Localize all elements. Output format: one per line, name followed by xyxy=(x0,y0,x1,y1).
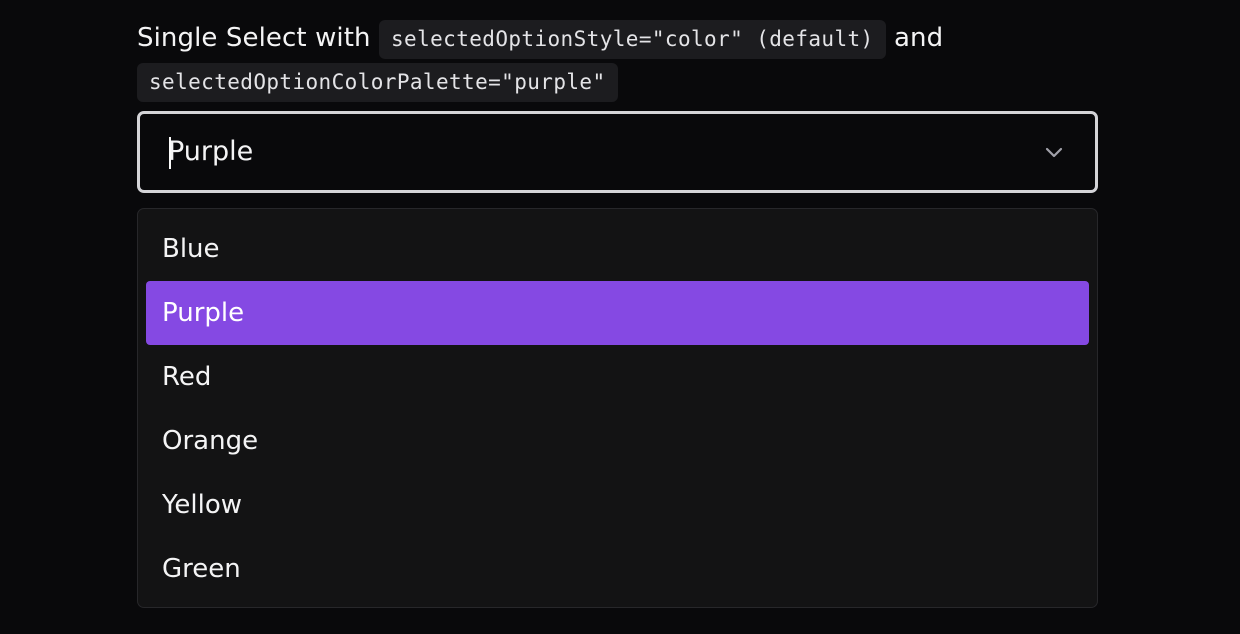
code-selected-option-color-palette: selectedOptionColorPalette="purple" xyxy=(137,63,618,102)
options-menu: Blue Purple Red Orange Yellow Green xyxy=(137,208,1098,608)
option-blue[interactable]: Blue xyxy=(146,217,1089,281)
option-purple[interactable]: Purple xyxy=(146,281,1089,345)
chevron-down-icon[interactable] xyxy=(1041,139,1067,165)
option-green[interactable]: Green xyxy=(146,537,1089,601)
heading-prefix: Single Select with xyxy=(137,23,379,53)
text-cursor xyxy=(169,137,171,169)
heading-middle: and xyxy=(885,23,944,53)
select-value: Purple xyxy=(168,136,254,167)
example-section: Single Select with selectedOptionStyle="… xyxy=(137,0,1098,608)
option-yellow[interactable]: Yellow xyxy=(146,473,1089,537)
option-red[interactable]: Red xyxy=(146,345,1089,409)
option-orange[interactable]: Orange xyxy=(146,409,1089,473)
code-selected-option-style: selectedOptionStyle="color" (default) xyxy=(379,20,886,59)
section-heading: Single Select with selectedOptionStyle="… xyxy=(137,0,1098,103)
select-control[interactable]: Purple xyxy=(137,111,1098,193)
